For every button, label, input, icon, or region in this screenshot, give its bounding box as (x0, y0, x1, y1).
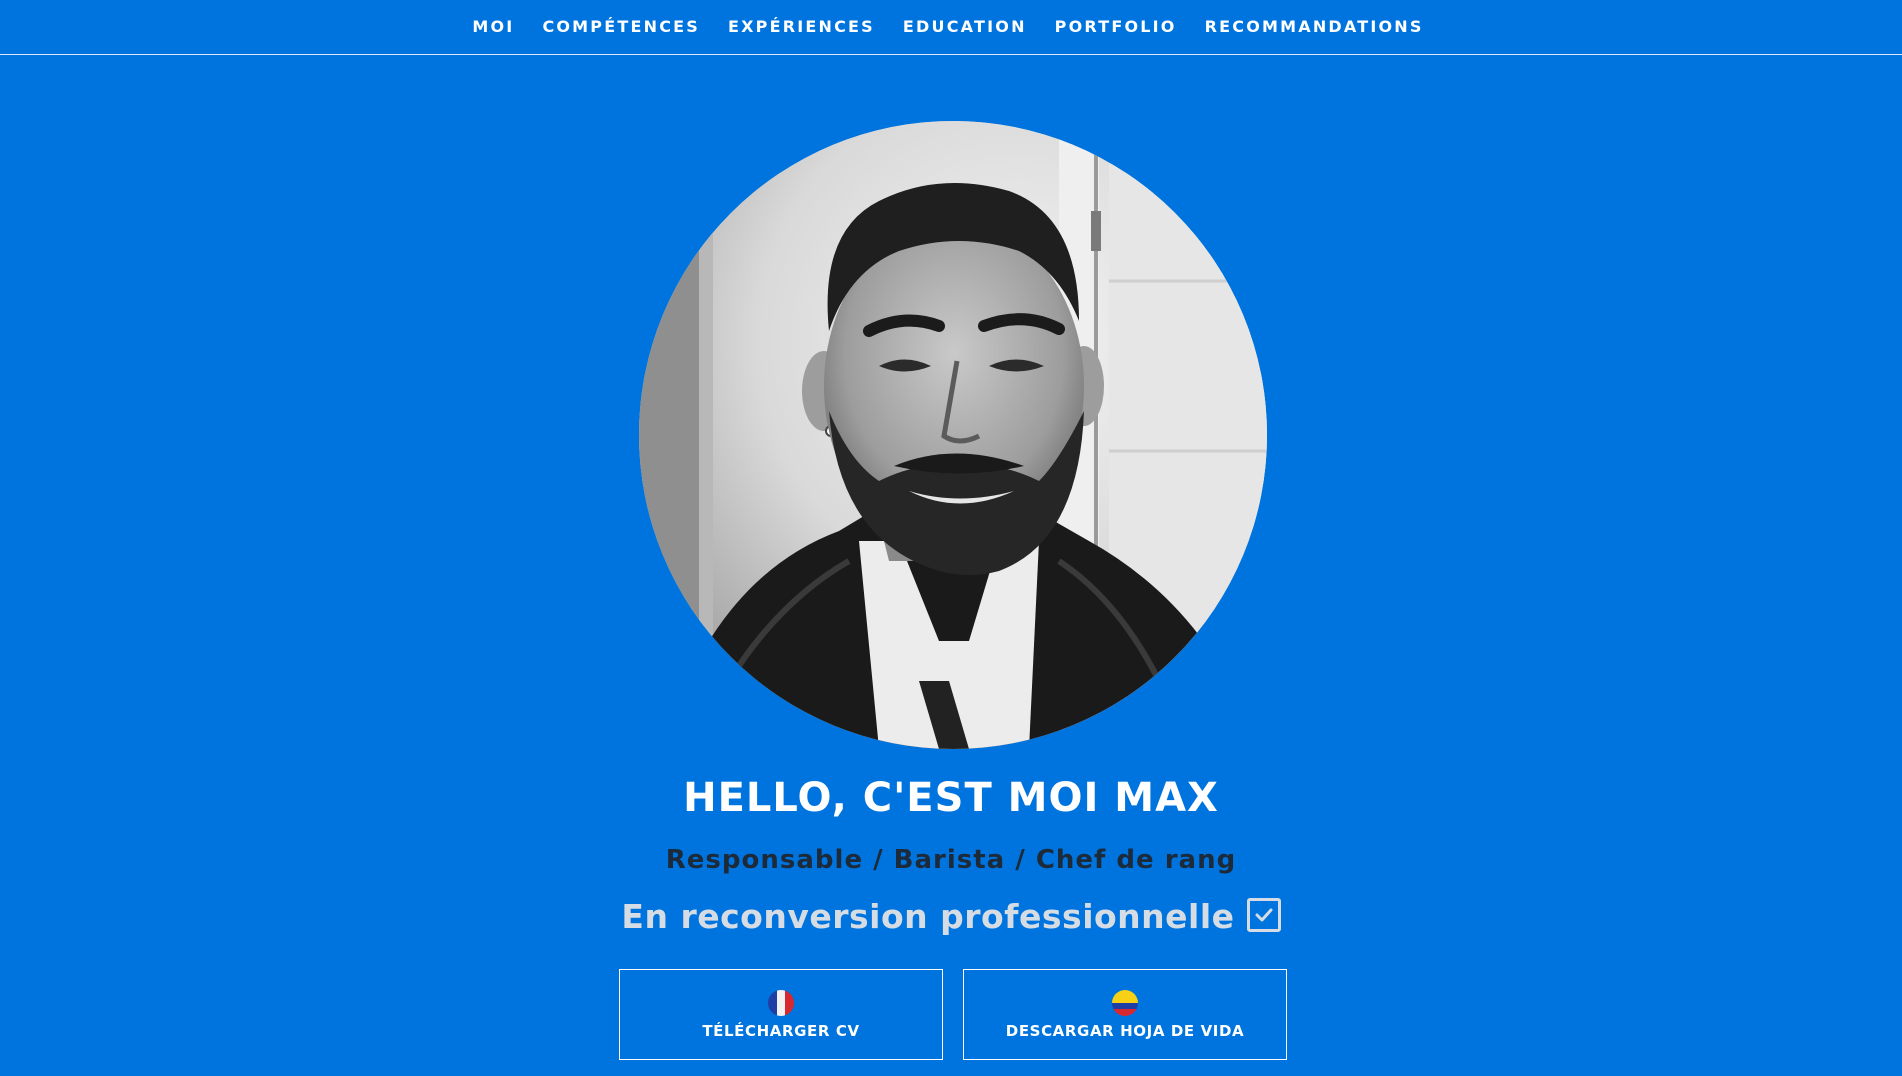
download-hoja-de-vida-button[interactable]: DESCARGAR HOJA DE VIDA (963, 969, 1287, 1060)
page: MOI COMPÉTENCES EXPÉRIENCES EDUCATION PO… (0, 0, 1902, 1076)
colombia-flag-icon (1112, 989, 1138, 1016)
hero-headline: HELLO, C'EST MOI MAX (683, 775, 1219, 821)
nav-item-recommandations[interactable]: RECOMMANDATIONS (1191, 0, 1438, 54)
nav-item-education[interactable]: EDUCATION (889, 0, 1041, 54)
france-flag-icon (768, 989, 794, 1016)
nav-item-moi[interactable]: MOI (458, 0, 528, 54)
download-hoja-de-vida-label: DESCARGAR HOJA DE VIDA (1005, 1021, 1245, 1040)
nav-item-portfolio[interactable]: PORTFOLIO (1041, 0, 1191, 54)
hero-tagline-row: En reconversion professionnelle (0, 892, 1902, 942)
nav-item-competences[interactable]: COMPÉTENCES (528, 0, 714, 54)
top-navigation: MOI COMPÉTENCES EXPÉRIENCES EDUCATION PO… (0, 0, 1902, 55)
download-cv-label: TÉLÉCHARGER CV (702, 1021, 860, 1040)
hero-subtitle: Responsable / Barista / Chef de rang (665, 845, 1237, 875)
check-square-icon (1246, 898, 1281, 932)
download-cv-button[interactable]: TÉLÉCHARGER CV (619, 969, 943, 1060)
nav-menu: MOI COMPÉTENCES EXPÉRIENCES EDUCATION PO… (458, 0, 1437, 54)
nav-item-experiences[interactable]: EXPÉRIENCES (714, 0, 889, 54)
hero-tagline: En reconversion professionnelle (621, 897, 1235, 936)
profile-photo (639, 121, 1267, 749)
